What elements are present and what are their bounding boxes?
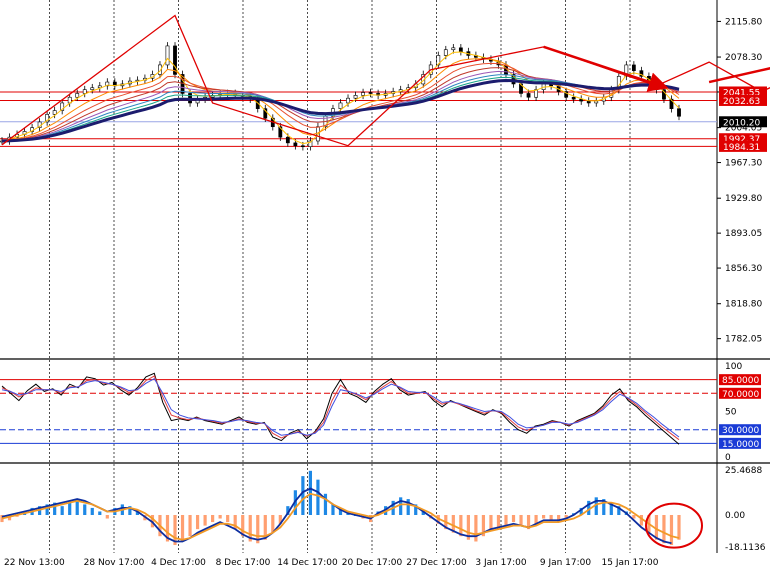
candle-body bbox=[338, 102, 343, 109]
candle-body bbox=[90, 87, 95, 90]
candle-body bbox=[346, 97, 350, 104]
x-axis-label: 28 Nov 17:00 bbox=[84, 558, 145, 568]
candle-body bbox=[165, 45, 170, 66]
macd-axis-label: -18.1136 bbox=[725, 543, 766, 553]
macd-histogram-bar bbox=[542, 514, 546, 519]
macd-histogram-bar bbox=[519, 514, 523, 526]
price-level-label: 2010.20 bbox=[723, 118, 760, 128]
macd-histogram-bar bbox=[83, 504, 87, 515]
macd-histogram-bar bbox=[211, 514, 215, 523]
x-axis-label: 8 Dec 17:00 bbox=[216, 558, 271, 568]
macd-histogram-bar bbox=[105, 514, 109, 519]
x-axis-label: 20 Dec 17:00 bbox=[342, 558, 403, 568]
price-axis-label: 2115.80 bbox=[725, 17, 762, 27]
price-level-label: 2032.63 bbox=[723, 97, 760, 107]
candle-body bbox=[677, 108, 681, 117]
macd-histogram-bar bbox=[316, 479, 320, 515]
price-axis-label: 1818.80 bbox=[725, 300, 762, 310]
price-axis-label: 1856.30 bbox=[725, 264, 762, 274]
x-axis-label: 9 Jan 17:00 bbox=[540, 558, 592, 568]
stoch-level-label: 30.0000 bbox=[722, 426, 759, 436]
stoch-axis-label: 100 bbox=[725, 362, 742, 372]
macd-histogram-bar bbox=[226, 514, 230, 523]
macd-histogram-bar bbox=[195, 514, 200, 530]
macd-histogram-bar bbox=[669, 514, 674, 546]
macd-axis-label: 0.00 bbox=[725, 511, 745, 521]
price-axis-label: 1967.30 bbox=[725, 159, 762, 169]
price-axis-label: 1893.05 bbox=[725, 229, 762, 239]
x-axis-label: 22 Nov 13:00 bbox=[4, 558, 65, 568]
candle-body bbox=[458, 47, 463, 52]
candle-body bbox=[293, 142, 298, 147]
x-axis-label: 27 Dec 17:00 bbox=[406, 558, 467, 568]
macd-histogram-bar bbox=[180, 514, 185, 542]
macd-histogram-bar bbox=[301, 476, 305, 515]
candle-body bbox=[82, 89, 87, 94]
candle-body bbox=[353, 95, 358, 99]
x-axis-label: 14 Dec 17:00 bbox=[277, 558, 338, 568]
price-level-label: 1984.31 bbox=[723, 143, 760, 153]
macd-histogram-bar bbox=[504, 514, 508, 526]
macd-histogram-bar bbox=[188, 514, 192, 537]
macd-histogram-bar bbox=[90, 507, 94, 515]
macd-histogram-bar bbox=[60, 506, 64, 515]
chart-canvas: 22 Nov 13:00 28 Nov 17:00 4 Dec 17:00 8 Dec… bbox=[0, 0, 770, 568]
macd-axis-label: 25.4688 bbox=[725, 466, 762, 476]
macd-histogram-bar bbox=[511, 514, 516, 523]
x-axis-label: 4 Dec 17:00 bbox=[151, 558, 206, 568]
candle-body bbox=[526, 93, 531, 98]
x-axis-label: 3 Jan 17:00 bbox=[475, 558, 527, 568]
macd-histogram-bar bbox=[662, 514, 666, 544]
stoch-level-label: 85.0000 bbox=[722, 376, 759, 386]
stoch-level-label: 70.0000 bbox=[722, 390, 759, 400]
candle-body bbox=[361, 92, 365, 96]
x-axis-label: 15 Jan 17:00 bbox=[602, 558, 659, 568]
stoch-axis-label: 50 bbox=[725, 408, 737, 418]
stoch-level-label: 15.0000 bbox=[722, 440, 759, 450]
candle-body bbox=[443, 49, 448, 56]
price-axis-label: 2078.30 bbox=[725, 53, 762, 63]
candle-body bbox=[631, 64, 636, 71]
macd-histogram-bar bbox=[203, 514, 207, 526]
candle-body bbox=[285, 136, 290, 144]
price-axis-label: 1782.05 bbox=[725, 335, 762, 345]
macd-histogram-bar bbox=[98, 511, 102, 515]
candle-body bbox=[52, 110, 57, 115]
macd-histogram-bar bbox=[474, 514, 478, 542]
macd-histogram-bar bbox=[218, 514, 222, 519]
candle-body bbox=[586, 100, 591, 104]
candle-body bbox=[300, 145, 305, 148]
price-axis-label: 1929.80 bbox=[725, 194, 762, 204]
candle-body bbox=[451, 47, 456, 51]
stoch-axis-label: 0 bbox=[725, 453, 731, 463]
candle-body bbox=[368, 92, 373, 94]
candle-body bbox=[571, 96, 576, 100]
macd-histogram-bar bbox=[677, 514, 681, 540]
chart-window: 22 Nov 13:00 28 Nov 17:00 4 Dec 17:00 8 Dec… bbox=[0, 0, 770, 568]
candle-body bbox=[75, 93, 80, 98]
